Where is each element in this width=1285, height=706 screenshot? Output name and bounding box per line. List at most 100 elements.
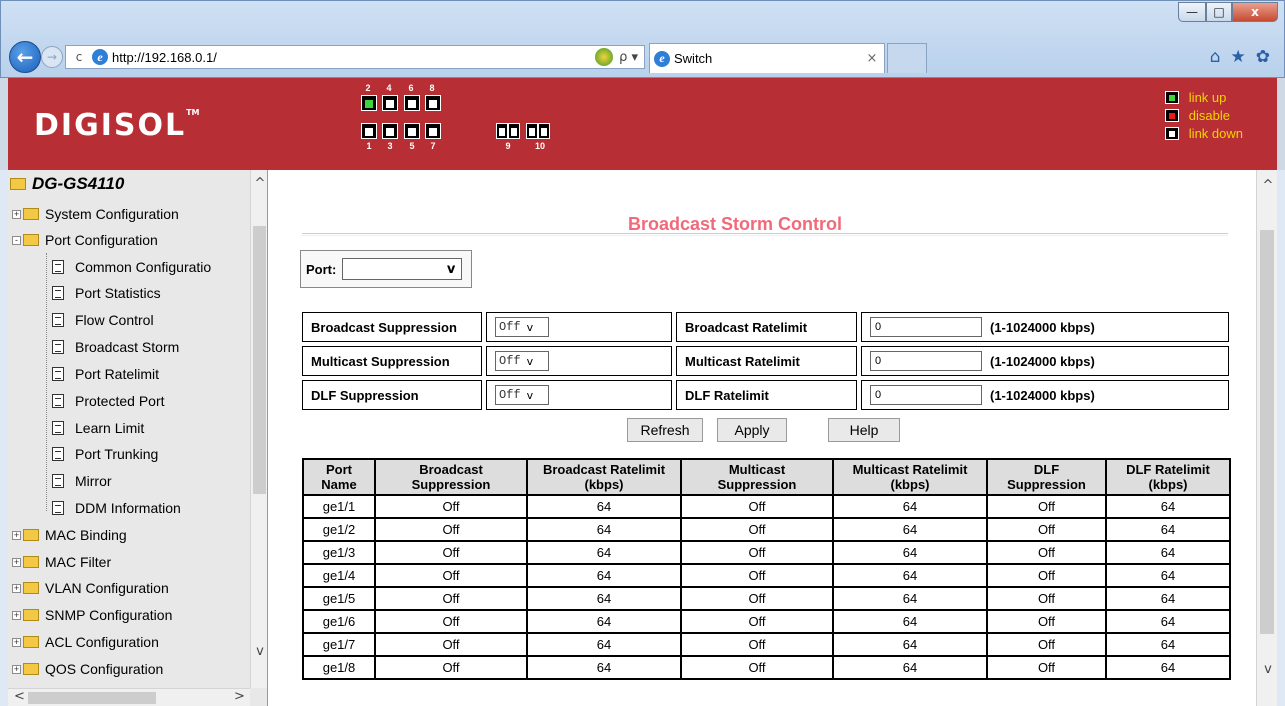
sidebar-item-label: Protected Port bbox=[75, 393, 165, 409]
port-6-icon[interactable] bbox=[404, 95, 420, 111]
expand-icon[interactable]: + bbox=[12, 209, 21, 219]
url-text[interactable]: http://192.168.0.1/ bbox=[112, 50, 595, 65]
port-9b-icon[interactable] bbox=[508, 123, 520, 139]
sidebar-hscroll-thumb[interactable] bbox=[28, 692, 156, 704]
sidebar-item-ddm-information[interactable]: DDM Information bbox=[52, 495, 181, 521]
main-vertical-scrollbar[interactable]: ^ v bbox=[1256, 170, 1277, 706]
sidebar-item-mac-binding[interactable]: + MAC Binding bbox=[12, 522, 127, 548]
tree-root[interactable]: DG-GS4110 bbox=[10, 174, 124, 194]
browser-tab[interactable]: e Switch × bbox=[649, 43, 885, 73]
sidebar-item-label: SNMP Configuration bbox=[45, 607, 173, 623]
sidebar-scroll-thumb[interactable] bbox=[253, 226, 266, 494]
sidebar-item-snmp-configuration[interactable]: + SNMP Configuration bbox=[12, 602, 172, 628]
scroll-left-icon[interactable]: < bbox=[14, 689, 25, 704]
column-header: Multicast Ratelimit (kbps) bbox=[832, 458, 988, 496]
sidebar-item-port-configuration[interactable]: - Port Configuration bbox=[12, 227, 158, 253]
sidebar-item-mirror[interactable]: Mirror bbox=[52, 468, 112, 494]
sidebar-item-qos-configuration[interactable]: + QOS Configuration bbox=[12, 656, 163, 682]
expand-icon[interactable]: + bbox=[12, 530, 21, 540]
sidebar-item-acl-configuration[interactable]: + ACL Configuration bbox=[12, 629, 159, 655]
sidebar-item-flow-control[interactable]: Flow Control bbox=[52, 307, 154, 333]
broadcast-suppression-select[interactable]: Off v bbox=[495, 317, 549, 337]
port-1-icon[interactable] bbox=[361, 123, 377, 139]
port-3-icon[interactable] bbox=[382, 123, 398, 139]
port-number-label: 2 bbox=[365, 83, 371, 93]
collapse-icon[interactable]: - bbox=[12, 235, 21, 245]
table-cell: Off bbox=[374, 494, 528, 519]
broadcast-ratelimit-input[interactable]: 0 bbox=[870, 317, 982, 337]
table-cell: Off bbox=[986, 517, 1107, 542]
dlf-suppression-select[interactable]: Off v bbox=[495, 385, 549, 405]
scroll-down-icon[interactable]: v bbox=[1260, 662, 1276, 677]
sidebar-item-system-configuration[interactable]: + System Configuration bbox=[12, 201, 179, 227]
legend-link-down: link down bbox=[1164, 124, 1243, 142]
table-cell: Off bbox=[986, 586, 1107, 611]
dlf-ratelimit-input[interactable]: 0 bbox=[870, 385, 982, 405]
expand-icon[interactable]: + bbox=[12, 637, 21, 647]
sidebar-item-protected-port[interactable]: Protected Port bbox=[52, 388, 165, 414]
close-window-button[interactable]: x bbox=[1232, 2, 1278, 22]
search-dropdown-icon[interactable]: ρ ▾ bbox=[619, 50, 638, 65]
folder-icon bbox=[23, 609, 39, 621]
port-7-icon[interactable] bbox=[425, 123, 441, 139]
expand-icon[interactable]: + bbox=[12, 557, 21, 567]
main-scroll-thumb[interactable] bbox=[1260, 230, 1274, 634]
sidebar-vertical-scrollbar[interactable]: ^ v bbox=[250, 170, 267, 688]
forward-button[interactable]: → bbox=[41, 46, 63, 68]
port-10a-icon[interactable] bbox=[526, 123, 538, 139]
port-4-icon[interactable] bbox=[382, 95, 398, 111]
multicast-ratelimit-input[interactable]: 0 bbox=[870, 351, 982, 371]
port-10b-icon[interactable] bbox=[538, 123, 550, 139]
scroll-up-icon[interactable]: ^ bbox=[252, 176, 267, 191]
scroll-right-icon[interactable]: > bbox=[234, 689, 245, 704]
dlf-settings-row: DLF Suppression Off v DLF Ratelimit 0 (1-1… bbox=[302, 380, 1229, 410]
sidebar-item-port-statistics[interactable]: Port Statistics bbox=[52, 280, 161, 306]
table-cell: 64 bbox=[832, 563, 988, 588]
new-tab-button[interactable] bbox=[887, 43, 927, 73]
sidebar-item-mac-filter[interactable]: + MAC Filter bbox=[12, 549, 111, 575]
switch-header: DIGISOLTM 2 4 6 8 1 3 5 7 9 10 link up d… bbox=[0, 78, 1285, 170]
sidebar-item-port-ratelimit[interactable]: Port Ratelimit bbox=[52, 361, 159, 387]
maximize-button[interactable]: □ bbox=[1206, 2, 1232, 22]
scroll-up-icon[interactable]: ^ bbox=[1260, 178, 1276, 193]
settings-gear-icon[interactable]: ✿ bbox=[1256, 47, 1270, 67]
compatibility-icon[interactable] bbox=[595, 48, 614, 66]
refresh-button[interactable]: Refresh bbox=[627, 418, 703, 442]
sidebar-item-learn-limit[interactable]: Learn Limit bbox=[52, 415, 144, 441]
port-2-icon[interactable] bbox=[361, 95, 377, 111]
minimize-button[interactable]: — bbox=[1178, 2, 1206, 22]
table-cell: 64 bbox=[526, 563, 682, 588]
home-icon[interactable]: ⌂ bbox=[1210, 47, 1221, 67]
port-8-icon[interactable] bbox=[425, 95, 441, 111]
refresh-icon[interactable]: c bbox=[70, 50, 88, 64]
sidebar-item-label: DDM Information bbox=[75, 500, 181, 516]
sidebar-item-common-configuration[interactable]: Common Configuratio bbox=[52, 254, 211, 280]
expand-icon[interactable]: + bbox=[12, 583, 21, 593]
port-9a-icon[interactable] bbox=[496, 123, 508, 139]
table-cell: Off bbox=[374, 540, 528, 565]
back-button[interactable]: ← bbox=[9, 41, 41, 73]
expand-icon[interactable]: + bbox=[12, 664, 21, 674]
expand-icon[interactable]: + bbox=[12, 610, 21, 620]
tab-close-icon[interactable]: × bbox=[860, 51, 884, 66]
table-row: ge1/7 Off 64 Off 64 Off 64 bbox=[302, 632, 1231, 657]
field-label: Broadcast Suppression bbox=[302, 312, 482, 342]
sidebar-item-broadcast-storm[interactable]: Broadcast Storm bbox=[52, 334, 179, 360]
port-5-icon[interactable] bbox=[404, 123, 420, 139]
browser-chrome: — □ x ← → c e http://192.168.0.1/ ρ ▾ e … bbox=[0, 0, 1285, 78]
help-button[interactable]: Help bbox=[828, 418, 900, 442]
sidebar-item-port-trunking[interactable]: Port Trunking bbox=[52, 441, 158, 467]
tree-connector-line bbox=[46, 253, 47, 511]
field-cell: Off v bbox=[486, 380, 672, 410]
address-bar[interactable]: c e http://192.168.0.1/ ρ ▾ bbox=[65, 45, 645, 69]
sidebar-item-vlan-configuration[interactable]: + VLAN Configuration bbox=[12, 575, 169, 601]
port-name-cell: ge1/3 bbox=[302, 540, 376, 565]
sidebar-horizontal-scrollbar[interactable]: < > bbox=[8, 688, 250, 706]
apply-button[interactable]: Apply bbox=[717, 418, 787, 442]
table-cell: Off bbox=[680, 609, 834, 634]
multicast-suppression-select[interactable]: Off v bbox=[495, 351, 549, 371]
scroll-down-icon[interactable]: v bbox=[252, 644, 267, 659]
sidebar-item-label: VLAN Configuration bbox=[45, 580, 169, 596]
port-select[interactable]: v bbox=[342, 258, 463, 280]
favorites-star-icon[interactable]: ★ bbox=[1231, 47, 1246, 67]
